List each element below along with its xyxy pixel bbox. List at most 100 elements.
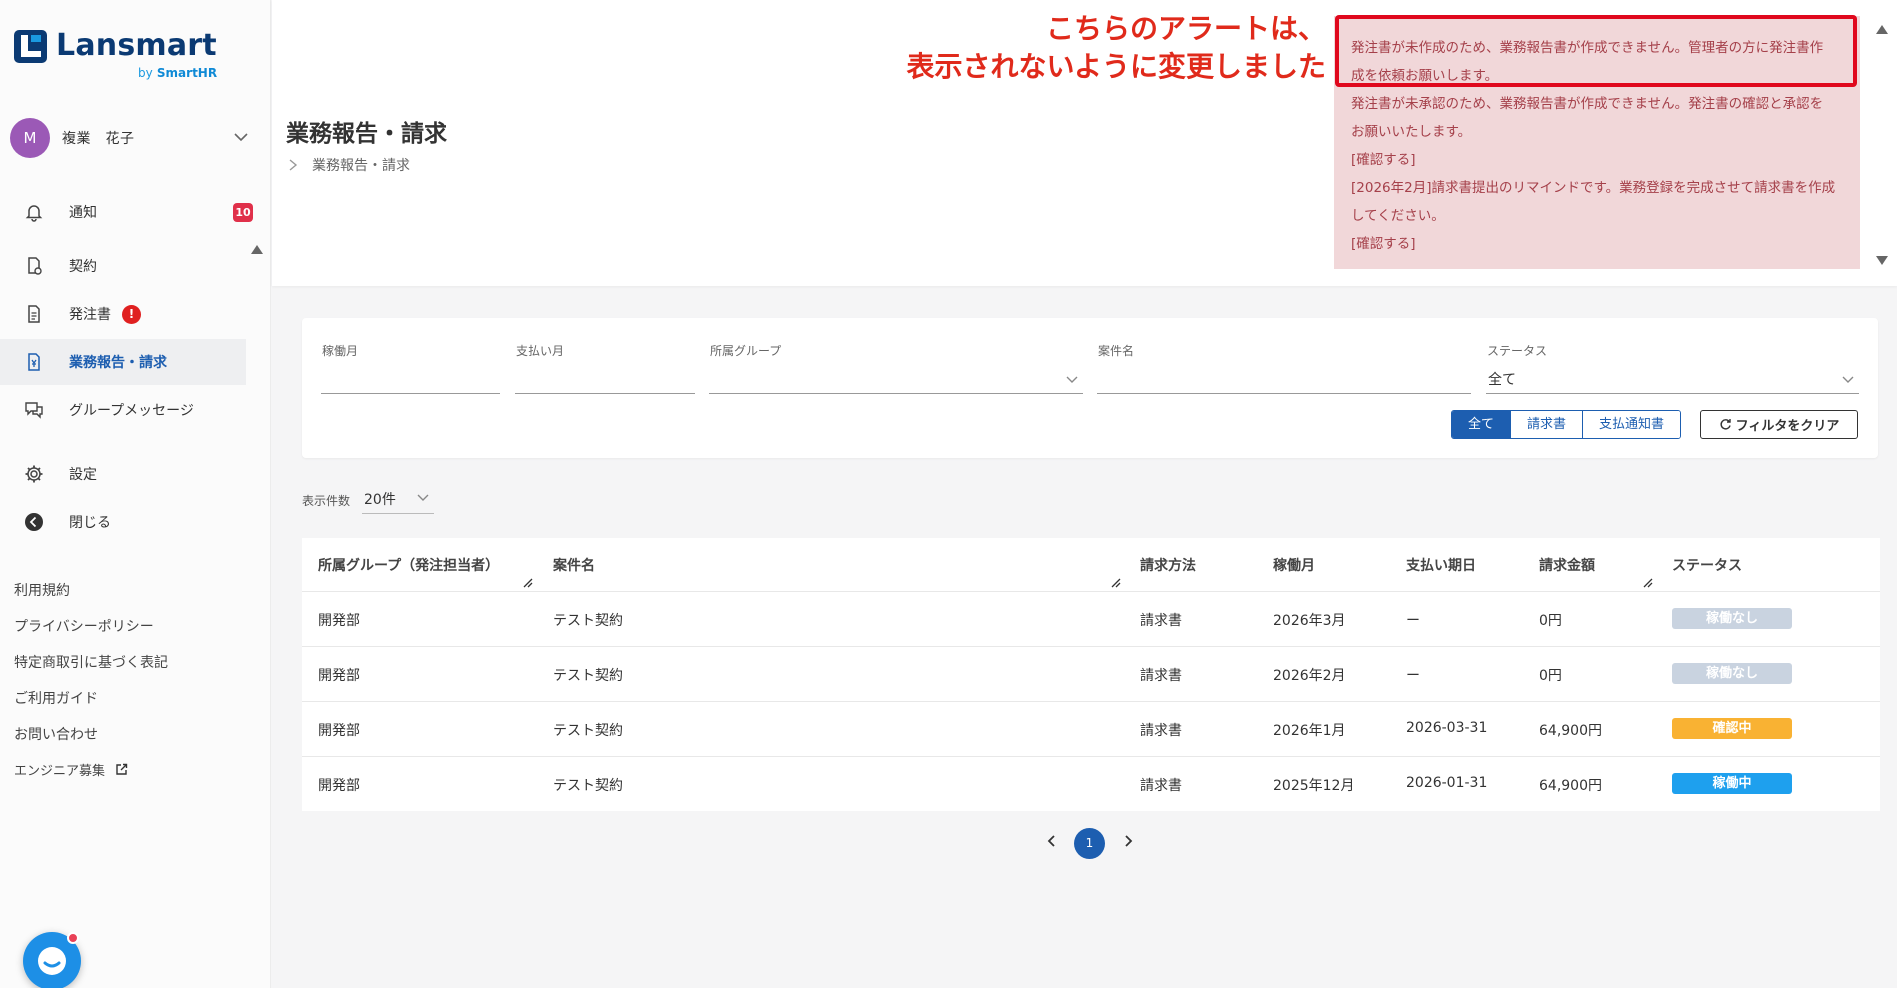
status-badge: 稼働中: [1672, 773, 1792, 794]
confirm-link[interactable]: [確認する]: [1351, 148, 1416, 168]
brand-name: Lansmart: [56, 28, 217, 63]
confirm-link[interactable]: [確認する]: [1351, 232, 1416, 252]
cell-amount: 0円: [1539, 668, 1562, 684]
cell-amount: 64,900円: [1539, 778, 1602, 794]
privacy-link[interactable]: プライバシーポリシー: [14, 616, 154, 636]
commerce-law-link[interactable]: 特定商取引に基づく表記: [14, 652, 168, 672]
engineer-recruit-link[interactable]: エンジニア募集: [14, 760, 128, 779]
chevron-down-icon: [1842, 376, 1854, 383]
column-header-status[interactable]: ステータス: [1672, 555, 1742, 575]
cell-project: テスト契約: [553, 668, 623, 684]
arrow-left-circle-icon: [25, 513, 43, 531]
guide-link[interactable]: ご利用ガイド: [14, 688, 98, 708]
breadcrumb-current: 業務報告・請求: [312, 158, 410, 174]
per-page-label: 表示件数: [302, 494, 351, 508]
cell-due: 2026-03-31: [1406, 720, 1488, 736]
project-input[interactable]: [1097, 360, 1471, 394]
alert-scroll-down[interactable]: [1875, 252, 1889, 265]
segment-all-button[interactable]: 全て: [1452, 411, 1512, 438]
cell-group: 開発部: [318, 723, 360, 739]
refresh-icon: [1720, 419, 1731, 430]
column-header-amount[interactable]: 請求金額: [1539, 555, 1595, 575]
sidebar-item-contracts[interactable]: 契約: [0, 243, 246, 289]
column-resize-icon[interactable]: [1110, 577, 1122, 589]
chevron-down-icon: [234, 133, 248, 142]
segment-invoice-button[interactable]: 請求書: [1511, 411, 1584, 438]
engineer-recruit-label: エンジニア募集: [14, 764, 106, 779]
column-header-month[interactable]: 稼働月: [1273, 555, 1315, 575]
invoice-icon: [28, 353, 40, 371]
status-select[interactable]: [1486, 360, 1859, 394]
sidebar-item-label: 設定: [69, 467, 97, 483]
pagination-next-icon[interactable]: [1120, 833, 1136, 849]
terms-link[interactable]: 利用規約: [14, 580, 70, 600]
clear-filter-button[interactable]: フィルタをクリア: [1700, 410, 1858, 439]
sidebar-item-notifications[interactable]: 通知 10: [0, 189, 253, 235]
table-row[interactable]: 開発部 テスト契約 請求書 2025年12月 2026-01-31 64,900…: [302, 756, 1880, 811]
chat-support-button[interactable]: [23, 932, 81, 988]
alert-text: してください。: [1351, 208, 1445, 224]
project-label: 案件名: [1098, 344, 1135, 358]
breadcrumb: 業務報告・請求: [288, 155, 410, 175]
sidebar-item-close[interactable]: 閉じる: [0, 499, 246, 545]
cell-month: 2026年1月: [1273, 723, 1346, 739]
per-page-select[interactable]: 20件: [362, 480, 434, 514]
chevron-down-icon: [417, 494, 429, 501]
alert-text: [2026年2月]請求書提出のリマインドです。業務登録を完成させて請求書を作成: [1351, 180, 1836, 196]
cell-amount: 0円: [1539, 613, 1562, 629]
group-select[interactable]: [709, 360, 1083, 394]
annotation-note: こちらのアラートは、 表示されないように変更しました: [906, 12, 1326, 83]
sidebar-item-label: グループメッセージ: [69, 403, 194, 419]
column-header-method[interactable]: 請求方法: [1140, 555, 1196, 575]
cell-project: テスト契約: [553, 778, 623, 794]
sidebar-item-label: 発注書: [69, 307, 111, 323]
sidebar-item-label: 業務報告・請求: [69, 355, 167, 371]
document-type-toggle: 全て 請求書 支払通知書: [1451, 410, 1682, 439]
clear-filter-label: フィルタをクリア: [1735, 419, 1840, 434]
user-menu[interactable]: M 複業 花子: [10, 118, 250, 158]
status-select-value: 全て: [1488, 372, 1516, 388]
cell-group: 開発部: [318, 778, 360, 794]
column-resize-icon[interactable]: [1642, 577, 1654, 589]
chevron-down-icon: [1066, 376, 1078, 383]
column-header-due[interactable]: 支払い期日: [1406, 555, 1476, 575]
chat-unread-dot: [67, 932, 79, 944]
contract-icon: [28, 257, 42, 275]
work-month-input[interactable]: [321, 360, 500, 394]
pagination-prev-icon[interactable]: [1044, 833, 1060, 849]
column-header-group[interactable]: 所属グループ（発注担当者）: [318, 555, 499, 575]
lansmart-logo-icon: [14, 30, 47, 63]
sidebar-item-orders[interactable]: 発注書 !: [0, 291, 246, 337]
cell-method: 請求書: [1140, 668, 1182, 684]
cell-group: 開発部: [318, 668, 360, 684]
per-page-value: 20件: [364, 492, 396, 508]
status-badge: 稼働なし: [1672, 608, 1792, 629]
sidebar-item-label: 閉じる: [69, 515, 111, 531]
pay-month-input[interactable]: [515, 360, 695, 394]
alert-text: 発注書が未承認のため、業務報告書が作成できません。発注書の確認と承認を: [1351, 96, 1824, 112]
table-row[interactable]: 開発部 テスト契約 請求書 2026年3月 ー 0円 稼働なし: [302, 591, 1880, 646]
document-icon: [28, 305, 40, 323]
gear-icon: [25, 465, 43, 483]
cell-amount: 64,900円: [1539, 723, 1602, 739]
scroll-up-arrow[interactable]: [250, 240, 264, 254]
column-resize-icon[interactable]: [522, 577, 534, 589]
sidebar-item-group-messages[interactable]: グループメッセージ: [0, 387, 246, 433]
table-row[interactable]: 開発部 テスト契約 請求書 2026年1月 2026-03-31 64,900円…: [302, 701, 1880, 756]
pagination-page-current[interactable]: 1: [1074, 828, 1105, 859]
sidebar-item-reports[interactable]: 業務報告・請求: [0, 339, 246, 385]
sidebar: Lansmart by SmartHR M 複業 花子 通知 10 契約 発注書: [0, 0, 271, 988]
cell-project: テスト契約: [553, 723, 623, 739]
segment-payment-notice-button[interactable]: 支払通知書: [1583, 411, 1681, 438]
sidebar-item-settings[interactable]: 設定: [0, 451, 246, 497]
cell-month: 2026年2月: [1273, 668, 1346, 684]
notification-count-badge: 10: [233, 203, 253, 222]
lansmart-logo[interactable]: Lansmart by SmartHR: [14, 28, 224, 84]
column-header-project[interactable]: 案件名: [553, 555, 595, 575]
table-row[interactable]: 開発部 テスト契約 請求書 2026年2月 ー 0円 稼働なし: [302, 646, 1880, 701]
contact-link[interactable]: お問い合わせ: [14, 724, 98, 744]
annotation-highlight-box: [1335, 15, 1857, 87]
brand-sub: by SmartHR: [138, 66, 218, 80]
alert-scroll-up[interactable]: [1875, 20, 1889, 34]
user-name: 複業 花子: [62, 131, 135, 147]
